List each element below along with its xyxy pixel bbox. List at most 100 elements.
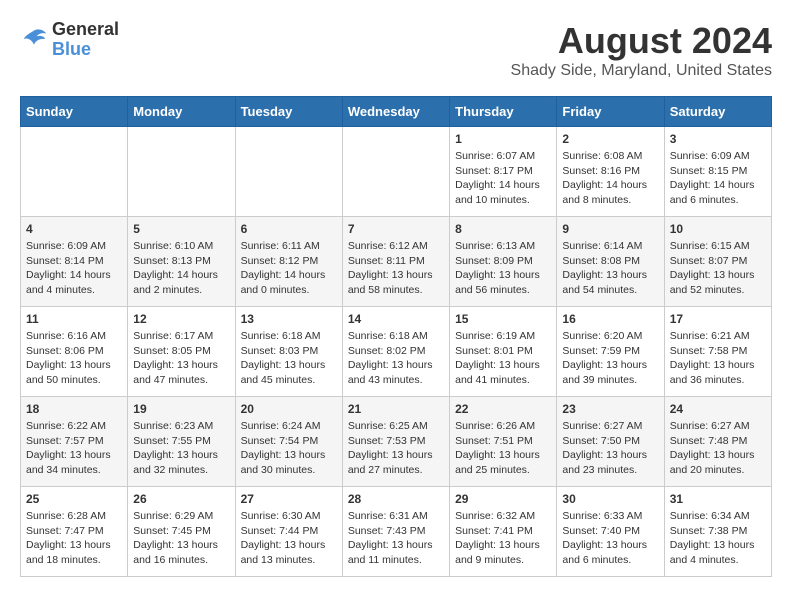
header-row: SundayMondayTuesdayWednesdayThursdayFrid… — [21, 97, 772, 127]
day-info: Sunset: 8:03 PM — [241, 344, 337, 359]
day-info: and 25 minutes. — [455, 463, 551, 478]
calendar-cell: 24Sunrise: 6:27 AMSunset: 7:48 PMDayligh… — [664, 397, 771, 487]
calendar-cell: 31Sunrise: 6:34 AMSunset: 7:38 PMDayligh… — [664, 487, 771, 577]
day-info: Daylight: 13 hours — [348, 448, 444, 463]
day-info: and 23 minutes. — [562, 463, 658, 478]
day-info: Sunrise: 6:16 AM — [26, 329, 122, 344]
day-number: 8 — [455, 222, 551, 236]
day-info: and 32 minutes. — [133, 463, 229, 478]
day-info: Sunset: 7:40 PM — [562, 524, 658, 539]
day-info: and 41 minutes. — [455, 373, 551, 388]
calendar-cell: 12Sunrise: 6:17 AMSunset: 8:05 PMDayligh… — [128, 307, 235, 397]
day-info: Sunrise: 6:27 AM — [562, 419, 658, 434]
day-info: Daylight: 13 hours — [670, 538, 766, 553]
day-info: Sunset: 7:38 PM — [670, 524, 766, 539]
day-info: and 20 minutes. — [670, 463, 766, 478]
calendar-cell: 10Sunrise: 6:15 AMSunset: 8:07 PMDayligh… — [664, 217, 771, 307]
day-info: and 13 minutes. — [241, 553, 337, 568]
page-title: August 2024 — [511, 20, 772, 62]
calendar-cell: 7Sunrise: 6:12 AMSunset: 8:11 PMDaylight… — [342, 217, 449, 307]
day-number: 9 — [562, 222, 658, 236]
day-info: Sunset: 8:08 PM — [562, 254, 658, 269]
calendar-cell: 21Sunrise: 6:25 AMSunset: 7:53 PMDayligh… — [342, 397, 449, 487]
day-info: and 18 minutes. — [26, 553, 122, 568]
day-info: Sunset: 8:13 PM — [133, 254, 229, 269]
day-info: Sunset: 8:15 PM — [670, 164, 766, 179]
day-info: and 52 minutes. — [670, 283, 766, 298]
day-number: 28 — [348, 492, 444, 506]
day-info: Sunrise: 6:14 AM — [562, 239, 658, 254]
day-number: 24 — [670, 402, 766, 416]
day-info: and 56 minutes. — [455, 283, 551, 298]
day-info: Sunset: 7:47 PM — [26, 524, 122, 539]
day-info: Daylight: 14 hours — [562, 178, 658, 193]
header-day-friday: Friday — [557, 97, 664, 127]
day-info: Daylight: 13 hours — [133, 538, 229, 553]
day-info: Sunrise: 6:19 AM — [455, 329, 551, 344]
day-number: 27 — [241, 492, 337, 506]
day-info: Sunset: 7:45 PM — [133, 524, 229, 539]
day-info: Daylight: 13 hours — [562, 268, 658, 283]
day-info: Daylight: 13 hours — [455, 268, 551, 283]
header-day-wednesday: Wednesday — [342, 97, 449, 127]
day-number: 18 — [26, 402, 122, 416]
day-info: Sunrise: 6:30 AM — [241, 509, 337, 524]
day-info: and 45 minutes. — [241, 373, 337, 388]
day-number: 10 — [670, 222, 766, 236]
week-row-3: 11Sunrise: 6:16 AMSunset: 8:06 PMDayligh… — [21, 307, 772, 397]
header-day-thursday: Thursday — [450, 97, 557, 127]
day-info: Sunset: 7:58 PM — [670, 344, 766, 359]
day-info: and 54 minutes. — [562, 283, 658, 298]
day-number: 20 — [241, 402, 337, 416]
day-info: Daylight: 13 hours — [241, 538, 337, 553]
calendar-cell: 18Sunrise: 6:22 AMSunset: 7:57 PMDayligh… — [21, 397, 128, 487]
day-info: and 36 minutes. — [670, 373, 766, 388]
day-info: and 2 minutes. — [133, 283, 229, 298]
day-info: Sunrise: 6:17 AM — [133, 329, 229, 344]
day-info: Daylight: 13 hours — [562, 448, 658, 463]
calendar-cell: 1Sunrise: 6:07 AMSunset: 8:17 PMDaylight… — [450, 127, 557, 217]
day-info: Sunrise: 6:21 AM — [670, 329, 766, 344]
day-info: Daylight: 13 hours — [133, 448, 229, 463]
day-info: Daylight: 13 hours — [562, 358, 658, 373]
day-info: and 16 minutes. — [133, 553, 229, 568]
day-info: Sunrise: 6:08 AM — [562, 149, 658, 164]
day-info: Sunrise: 6:32 AM — [455, 509, 551, 524]
day-info: Daylight: 14 hours — [241, 268, 337, 283]
day-info: Sunset: 8:16 PM — [562, 164, 658, 179]
day-info: Daylight: 13 hours — [670, 358, 766, 373]
day-info: Sunset: 8:02 PM — [348, 344, 444, 359]
day-info: Sunrise: 6:28 AM — [26, 509, 122, 524]
header-day-sunday: Sunday — [21, 97, 128, 127]
day-number: 6 — [241, 222, 337, 236]
calendar-cell: 2Sunrise: 6:08 AMSunset: 8:16 PMDaylight… — [557, 127, 664, 217]
day-number: 17 — [670, 312, 766, 326]
day-info: and 10 minutes. — [455, 193, 551, 208]
day-info: Sunset: 7:48 PM — [670, 434, 766, 449]
calendar-cell: 30Sunrise: 6:33 AMSunset: 7:40 PMDayligh… — [557, 487, 664, 577]
day-info: Sunrise: 6:10 AM — [133, 239, 229, 254]
calendar-cell: 16Sunrise: 6:20 AMSunset: 7:59 PMDayligh… — [557, 307, 664, 397]
day-info: Sunset: 8:06 PM — [26, 344, 122, 359]
day-number: 3 — [670, 132, 766, 146]
day-info: Sunset: 8:01 PM — [455, 344, 551, 359]
calendar-cell: 25Sunrise: 6:28 AMSunset: 7:47 PMDayligh… — [21, 487, 128, 577]
day-number: 4 — [26, 222, 122, 236]
calendar-cell: 15Sunrise: 6:19 AMSunset: 8:01 PMDayligh… — [450, 307, 557, 397]
calendar-cell: 11Sunrise: 6:16 AMSunset: 8:06 PMDayligh… — [21, 307, 128, 397]
day-info: Sunset: 7:53 PM — [348, 434, 444, 449]
day-info: Daylight: 14 hours — [455, 178, 551, 193]
day-info: and 4 minutes. — [26, 283, 122, 298]
day-number: 30 — [562, 492, 658, 506]
day-info: Sunset: 7:50 PM — [562, 434, 658, 449]
header-day-monday: Monday — [128, 97, 235, 127]
day-number: 29 — [455, 492, 551, 506]
day-info: Daylight: 14 hours — [670, 178, 766, 193]
day-info: Sunrise: 6:12 AM — [348, 239, 444, 254]
day-info: Daylight: 13 hours — [133, 358, 229, 373]
calendar-cell: 6Sunrise: 6:11 AMSunset: 8:12 PMDaylight… — [235, 217, 342, 307]
calendar-cell: 8Sunrise: 6:13 AMSunset: 8:09 PMDaylight… — [450, 217, 557, 307]
day-info: Sunset: 7:54 PM — [241, 434, 337, 449]
day-info: and 39 minutes. — [562, 373, 658, 388]
logo-icon — [20, 26, 48, 54]
